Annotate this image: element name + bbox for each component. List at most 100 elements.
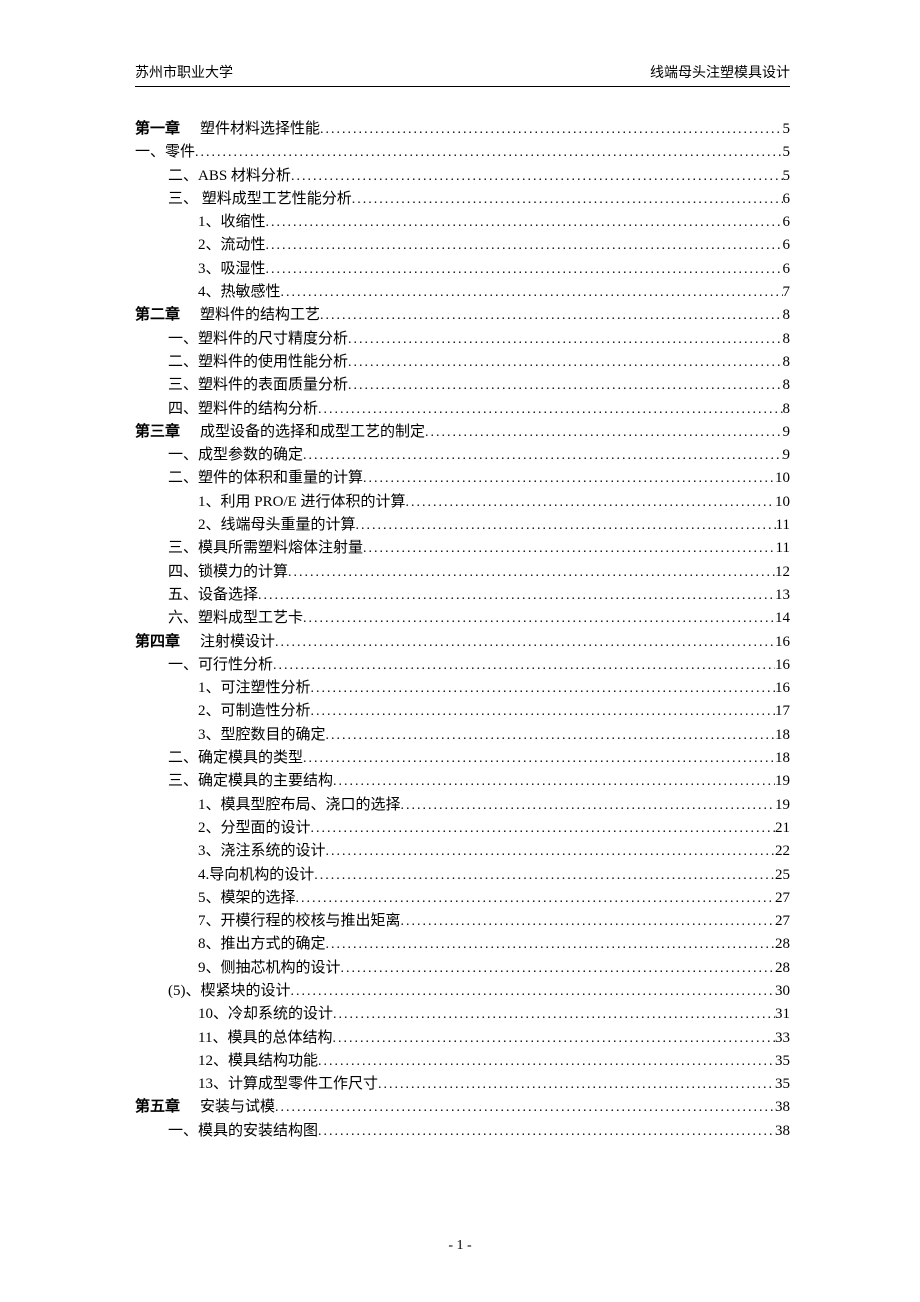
toc-entry-label: 2、可制造性分析 <box>198 699 311 723</box>
toc-entry-label: 8、推出方式的确定 <box>198 932 326 956</box>
toc-leader-dots <box>303 445 782 467</box>
toc-entry-label: 1、可注塑性分析 <box>198 676 311 700</box>
toc-entry: 第三章成型设备的选择和成型工艺的制定9 <box>135 420 790 443</box>
toc-entry: 3、浇注系统的设计 22 <box>135 839 790 862</box>
toc-entry-label: 1、利用 PRO/E 进行体积的计算 <box>198 490 406 514</box>
toc-entry-page: 9 <box>783 443 791 467</box>
toc-leader-dots <box>311 701 775 723</box>
toc-entry-label: 四、塑料件的结构分析 <box>168 397 318 421</box>
toc-entry: 9、侧抽芯机构的设计28 <box>135 956 790 979</box>
toc-leader-dots <box>348 352 782 374</box>
toc-entry: 三、确定模具的主要结构19 <box>135 769 790 792</box>
toc-entry: 1、模具型腔布局、浇口的选择19 <box>135 793 790 816</box>
toc-entry: 一、成型参数的确定 9 <box>135 443 790 466</box>
toc-entry-page: 5 <box>783 164 791 188</box>
toc-leader-dots <box>326 841 775 863</box>
toc-entry-label: 三、模具所需塑料熔体注射量 <box>168 536 363 560</box>
toc-entry: 13、计算成型零件工作尺寸35 <box>135 1072 790 1095</box>
toc-entry-label: 3、吸湿性 <box>198 257 266 281</box>
toc-entry-page: 14 <box>775 606 790 630</box>
toc-entry-label: 第三章成型设备的选择和成型工艺的制定 <box>135 420 425 444</box>
toc-leader-dots <box>266 212 783 234</box>
toc-entry: 5、模架的选择27 <box>135 886 790 909</box>
toc-leader-dots <box>291 166 783 188</box>
toc-entry-label: 三、 塑料成型工艺性能分析 <box>168 187 352 211</box>
toc-entry-page: 28 <box>775 932 790 956</box>
toc-leader-dots <box>266 259 783 281</box>
toc-entry-label: 一、塑料件的尺寸精度分析 <box>168 327 348 351</box>
toc-entry: 3、吸湿性6 <box>135 257 790 280</box>
toc-entry-label: 第四章注射模设计 <box>135 630 275 654</box>
running-header: 苏州市职业大学 线端母头注塑模具设计 <box>135 62 790 82</box>
toc-entry-page: 18 <box>775 723 790 747</box>
toc-leader-dots <box>258 585 775 607</box>
toc-entry: 第二章塑料件的结构工艺8 <box>135 303 790 326</box>
page-footer: - 1 - <box>0 1238 920 1254</box>
toc-entry: 五、设备选择13 <box>135 583 790 606</box>
toc-entry-page: 22 <box>775 839 790 863</box>
toc-entry: 11、模具的总体结构 33 <box>135 1026 790 1049</box>
table-of-contents: 第一章塑件材料选择性能5一、零件 5二、ABS 材料分析 5三、 塑料成型工艺性能分… <box>135 117 790 1142</box>
toc-leader-dots <box>273 655 775 677</box>
toc-entry-label: 五、设备选择 <box>168 583 258 607</box>
toc-entry-page: 11 <box>776 513 790 537</box>
toc-entry: 8、推出方式的确定 28 <box>135 932 790 955</box>
toc-entry-label: 2、流动性 <box>198 233 266 257</box>
toc-leader-dots <box>348 329 782 351</box>
toc-entry: 二、塑料件的使用性能分析8 <box>135 350 790 373</box>
toc-leader-dots <box>275 632 775 654</box>
toc-leader-dots <box>303 748 775 770</box>
toc-leader-dots <box>401 795 775 817</box>
toc-entry-label: 四、锁模力的计算 <box>168 560 288 584</box>
toc-leader-dots <box>356 515 776 537</box>
toc-leader-dots <box>314 865 775 887</box>
toc-entry-label: 一、模具的安装结构图 <box>168 1119 318 1143</box>
toc-entry-page: 19 <box>775 793 790 817</box>
toc-entry-page: 27 <box>775 886 790 910</box>
toc-entry: 第五章安装与试模 38 <box>135 1095 790 1118</box>
toc-entry-label: 一、零件 <box>135 140 195 164</box>
toc-leader-dots <box>341 958 775 980</box>
toc-entry-page: 16 <box>775 676 790 700</box>
toc-entry-label: 第五章安装与试模 <box>135 1095 275 1119</box>
toc-entry-page: 38 <box>775 1095 790 1119</box>
header-right: 线端母头注塑模具设计 <box>650 62 790 82</box>
toc-entry-label: 11、模具的总体结构 <box>198 1026 332 1050</box>
toc-entry: 四、锁模力的计算12 <box>135 560 790 583</box>
toc-leader-dots <box>275 1097 775 1119</box>
toc-entry: 二、ABS 材料分析 5 <box>135 164 790 187</box>
toc-leader-dots <box>303 608 775 630</box>
toc-entry-label: 1、收缩性 <box>198 210 266 234</box>
toc-leader-dots <box>318 399 782 421</box>
toc-entry-page: 30 <box>775 979 790 1003</box>
toc-entry-label: 2、线端母头重量的计算 <box>198 513 356 537</box>
toc-entry-page: 33 <box>775 1026 790 1050</box>
toc-entry: 2、流动性6 <box>135 233 790 256</box>
toc-leader-dots <box>318 1121 775 1143</box>
toc-entry-page: 8 <box>783 303 791 327</box>
toc-entry-label: 三、塑料件的表面质量分析 <box>168 373 348 397</box>
toc-leader-dots <box>326 934 775 956</box>
toc-entry-page: 18 <box>775 746 790 770</box>
toc-entry-page: 6 <box>783 187 791 211</box>
toc-entry-page: 11 <box>776 536 790 560</box>
toc-entry-label: 六、塑料成型工艺卡 <box>168 606 303 630</box>
toc-leader-dots <box>318 1051 775 1073</box>
toc-entry-label: 13、计算成型零件工作尺寸 <box>198 1072 378 1096</box>
toc-entry-label: 二、ABS 材料分析 <box>168 164 291 188</box>
toc-entry-page: 28 <box>775 956 790 980</box>
toc-entry-label: 4.导向机构的设计 <box>198 863 314 887</box>
toc-entry: 一、模具的安装结构图 38 <box>135 1119 790 1142</box>
toc-entry-page: 38 <box>775 1119 790 1143</box>
toc-entry-page: 10 <box>775 490 790 514</box>
toc-entry-label: 一、成型参数的确定 <box>168 443 303 467</box>
toc-entry: 第一章塑件材料选择性能5 <box>135 117 790 140</box>
toc-entry-label: 3、浇注系统的设计 <box>198 839 326 863</box>
toc-leader-dots <box>425 422 782 444</box>
toc-entry-label: 二、塑件的体积和重量的计算 <box>168 466 363 490</box>
toc-leader-dots <box>363 538 776 560</box>
toc-entry-page: 35 <box>775 1049 790 1073</box>
toc-entry-page: 19 <box>775 769 790 793</box>
toc-entry: 12、模具结构功能35 <box>135 1049 790 1072</box>
toc-entry-label: 二、确定模具的类型 <box>168 746 303 770</box>
